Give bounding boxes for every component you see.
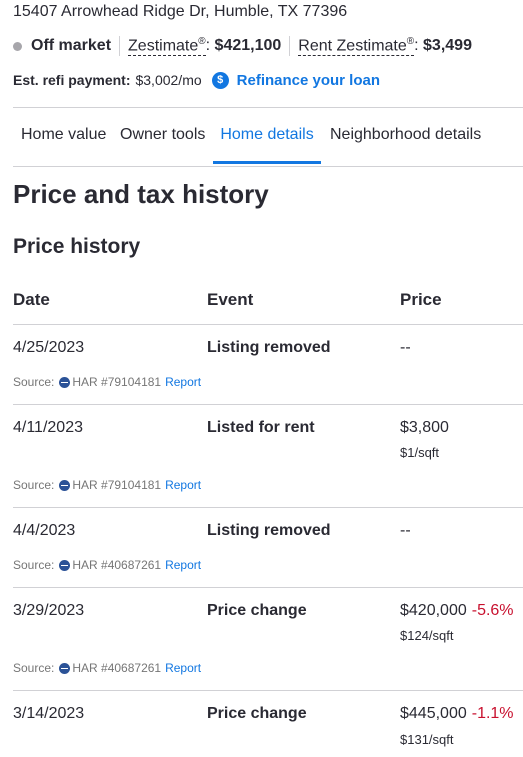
row-date: 4/4/2023 [13,522,76,539]
row-event: Listing removed [207,522,331,539]
zestimate-value: $421,100 [214,37,282,54]
source-id: HAR #40687261 [72,661,162,675]
rent-zestimate-label[interactable]: Rent Zestimate® [298,35,415,57]
status-line: Off market Zestimate®: $421,100 Rent Zes… [13,35,472,57]
refi-value: $3,002/mo [135,72,202,88]
row-price: $3,800 [400,419,449,436]
row-price-value: $420,000 [400,602,467,619]
report-link[interactable]: Report [165,375,201,389]
report-link[interactable]: Report [165,661,201,675]
market-status: Off market [31,37,112,54]
row-event: Price change [207,705,307,722]
divider [13,690,523,691]
refinance-link[interactable]: Refinance your loan [237,72,380,89]
column-header-date: Date [13,290,50,309]
report-link[interactable]: Report [165,558,201,572]
tab-home-value[interactable]: Home value [21,108,106,164]
har-logo-icon [59,479,71,491]
page: 15407 Arrowhead Ridge Dr, Humble, TX 773… [0,0,523,757]
row-price-per-sqft: $131/sqft [400,732,454,747]
row-price: $420,000 -5.6% [400,602,514,620]
source-id: HAR #79104181 [72,375,162,389]
report-link[interactable]: Report [165,478,201,492]
row-date: 3/29/2023 [13,602,85,619]
row-price: -- [400,522,411,539]
price-change-percent: -1.1% [471,705,514,722]
column-header-price: Price [400,290,442,309]
property-address: 15407 Arrowhead Ridge Dr, Humble, TX 773… [13,3,348,20]
source-id: HAR #79104181 [72,478,162,492]
zestimate-reg-mark: ® [198,35,206,47]
row-price: -- [400,339,411,356]
rent-zestimate-reg-mark: ® [406,35,415,47]
row-event: Price change [207,602,307,619]
row-source: Source: HAR #79104181 Report [13,375,201,389]
rent-zestimate-value: $3,499 [423,37,472,54]
har-logo-icon [59,376,71,388]
tab-bar: Home value Owner tools Home details Neig… [13,108,523,166]
har-logo-icon [59,662,71,674]
row-event: Listing removed [207,339,331,356]
divider [289,36,291,56]
row-event: Listed for rent [207,419,315,436]
row-source: Source: HAR #40687261 Report [13,661,201,675]
divider [119,36,121,56]
har-logo-icon [59,559,71,571]
row-date: 4/11/2023 [13,419,83,436]
source-label: Source: [13,558,55,572]
refi-label: Est. refi payment: [13,72,131,88]
divider [13,404,523,405]
row-date: 3/14/2023 [13,705,85,722]
section-title: Price and tax history [13,179,269,209]
source-id: HAR #40687261 [72,558,162,572]
tab-home-details[interactable]: Home details [213,108,321,164]
zestimate-label-text: Zestimate [128,37,199,55]
subsection-title: Price history [13,235,141,258]
row-source: Source: HAR #40687261 Report [13,558,201,572]
tab-neighborhood-details[interactable]: Neighborhood details [330,108,481,164]
divider [13,587,523,588]
column-header-event: Event [207,290,254,309]
price-change-percent: -5.6% [471,602,514,619]
divider [13,166,523,167]
tab-owner-tools[interactable]: Owner tools [120,108,205,164]
zestimate-label[interactable]: Zestimate® [128,35,206,57]
source-label: Source: [13,661,55,675]
row-price: $445,000 -1.1% [400,705,514,723]
divider [13,507,523,508]
row-price-value: $445,000 [400,705,467,722]
row-date: 4/25/2023 [13,339,85,356]
row-source: Source: HAR #79104181 Report [13,478,201,492]
status-dot-icon [13,41,22,51]
source-label: Source: [13,375,55,389]
row-price-per-sqft: $124/sqft [400,628,454,643]
dollar-icon: $ [211,71,229,89]
divider [13,324,523,325]
rent-zestimate-label-text: Rent Zestimate [298,37,407,55]
refi-line: Est. refi payment: $3,002/mo $ Refinance… [13,70,380,90]
source-label: Source: [13,478,55,492]
row-price-per-sqft: $1/sqft [400,445,440,460]
